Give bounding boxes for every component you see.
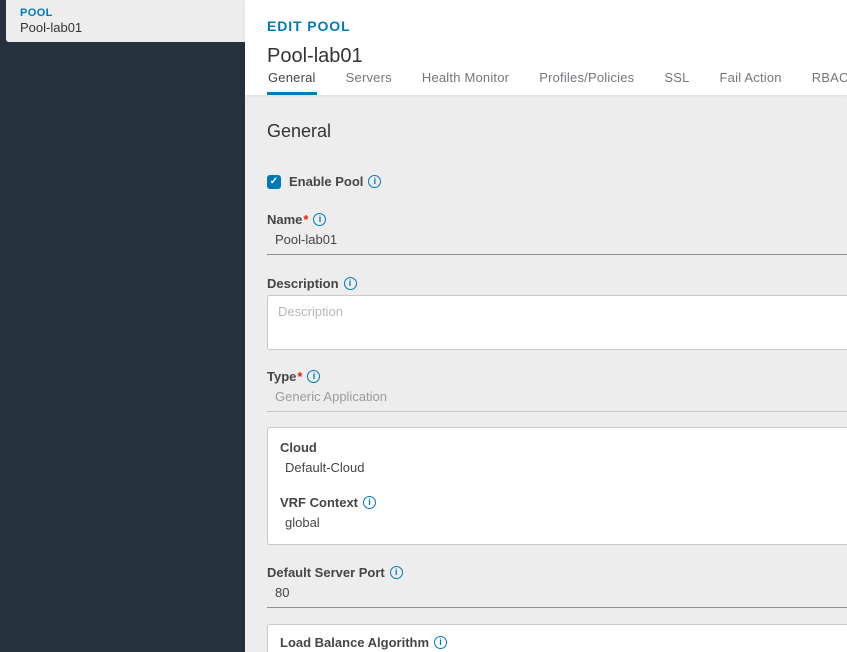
load-balance-algorithm-label: Load Balance Algorithm xyxy=(280,635,844,650)
description-label: Description xyxy=(267,276,847,291)
main-panel: EDIT POOL Pool-lab01 General Servers Hea… xyxy=(245,0,847,652)
cloud-value: Default-Cloud xyxy=(285,460,365,476)
enable-pool-row: Enable Pool xyxy=(267,174,847,189)
cloud-label-text: Cloud xyxy=(280,440,317,456)
default-server-port-input[interactable] xyxy=(267,581,847,609)
description-textarea[interactable] xyxy=(267,295,847,351)
sidebar: POOL Pool-lab01 xyxy=(0,0,245,652)
default-server-port-label: Default Server Port xyxy=(267,565,847,580)
name-label: Name * xyxy=(267,212,847,227)
type-label: Type * xyxy=(267,369,847,384)
name-field-group: Name * xyxy=(267,212,847,256)
load-balance-algorithm-label-text: Load Balance Algorithm xyxy=(280,635,430,651)
tab-rbac[interactable]: RBAC xyxy=(811,70,847,95)
cloud-label: Cloud xyxy=(280,440,844,455)
info-icon[interactable] xyxy=(434,636,448,650)
type-field-group: Type * Generic Application xyxy=(267,369,847,413)
general-form: General Enable Pool Name * Description xyxy=(245,95,847,652)
type-value: Generic Application xyxy=(267,385,847,413)
cloud-vrf-card: Cloud Default-Cloud VRF Context global xyxy=(267,427,847,546)
info-icon[interactable] xyxy=(307,370,321,384)
default-server-port-group: Default Server Port xyxy=(267,565,847,609)
header: EDIT POOL Pool-lab01 General Servers Hea… xyxy=(245,0,847,96)
vrf-context-value: global xyxy=(285,515,320,531)
info-icon[interactable] xyxy=(363,496,376,510)
description-field-group: Description xyxy=(267,276,847,351)
enable-pool-label: Enable Pool xyxy=(289,174,364,190)
tab-bar: General Servers Health Monitor Profiles/… xyxy=(267,70,847,96)
edit-pool-kicker: EDIT POOL xyxy=(267,18,351,34)
sidebar-item-pool[interactable]: POOL Pool-lab01 xyxy=(6,0,245,42)
info-icon[interactable] xyxy=(313,213,327,227)
default-server-port-label-text: Default Server Port xyxy=(267,565,385,581)
edit-pool-screen: POOL Pool-lab01 EDIT POOL Pool-lab01 Gen… xyxy=(0,0,847,652)
sidebar-item-type-label: POOL xyxy=(20,7,53,19)
tab-servers[interactable]: Servers xyxy=(345,70,393,95)
info-icon[interactable] xyxy=(343,277,357,291)
tab-fail-action[interactable]: Fail Action xyxy=(719,70,783,95)
load-balance-card: Load Balance Algorithm Round Robin xyxy=(267,624,847,652)
info-icon[interactable] xyxy=(368,175,382,189)
name-input[interactable] xyxy=(267,228,847,256)
section-title: General xyxy=(267,121,332,142)
tab-ssl[interactable]: SSL xyxy=(663,70,690,95)
description-label-text: Description xyxy=(267,276,339,292)
required-marker: * xyxy=(303,212,309,228)
name-label-text: Name xyxy=(267,212,303,228)
enable-pool-checkbox[interactable] xyxy=(267,174,281,189)
vrf-context-label-text: VRF Context xyxy=(280,495,358,511)
page-title: Pool-lab01 xyxy=(267,45,363,67)
sidebar-item-pool-name: Pool-lab01 xyxy=(20,20,83,35)
tab-profiles-policies[interactable]: Profiles/Policies xyxy=(538,70,635,95)
info-icon[interactable] xyxy=(389,566,403,580)
required-marker: * xyxy=(297,369,303,385)
vrf-context-label: VRF Context xyxy=(280,495,844,510)
tab-health-monitor[interactable]: Health Monitor xyxy=(421,70,510,95)
tab-general[interactable]: General xyxy=(267,70,317,96)
type-label-text: Type xyxy=(267,369,297,385)
